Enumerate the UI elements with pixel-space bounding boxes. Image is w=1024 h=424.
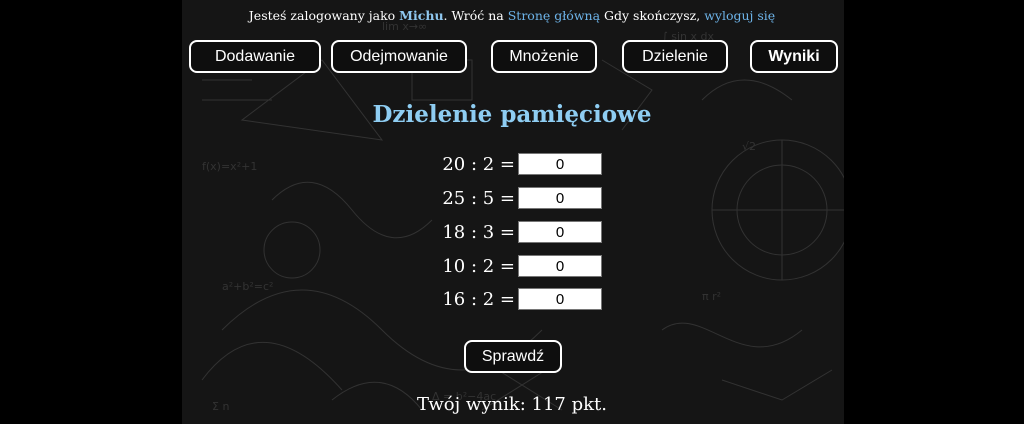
nav-button-addition[interactable]: Dodawanie xyxy=(189,40,321,73)
svg-text:f(x)=x²+1: f(x)=x²+1 xyxy=(202,160,257,173)
problem-expression: 20 : 2 = xyxy=(442,154,515,175)
svg-text:√2: √2 xyxy=(742,140,756,153)
answer-input[interactable] xyxy=(518,255,602,277)
navigation-bar: Dodawanie Odejmowanie Mnożenie Dzielenie… xyxy=(0,40,1024,73)
login-status-line: Jesteś zalogowany jako Michu. Wróć na St… xyxy=(0,8,1024,23)
logout-link[interactable]: wyloguj się xyxy=(704,8,775,23)
page-title: Dzielenie pamięciowe xyxy=(372,101,652,128)
login-prefix-text: Jesteś zalogowany jako xyxy=(248,8,400,23)
problem-expression: 16 : 2 = xyxy=(442,289,515,310)
username: Michu xyxy=(399,8,444,23)
login-middle-text: . Wróć na xyxy=(443,8,508,23)
problem-row: 20 : 2 = xyxy=(430,153,620,177)
nav-button-results[interactable]: Wyniki xyxy=(750,40,838,73)
problem-row: 16 : 2 = xyxy=(430,288,620,312)
nav-button-subtraction[interactable]: Odejmowanie xyxy=(331,40,467,73)
svg-text:a²+b²=c²: a²+b²=c² xyxy=(222,280,273,293)
answer-input[interactable] xyxy=(518,153,602,175)
problem-expression: 25 : 5 = xyxy=(442,188,515,209)
login-suffix-text: Gdy skończysz, xyxy=(600,8,705,23)
home-link[interactable]: Stronę główną xyxy=(508,8,600,23)
problem-expression: 18 : 3 = xyxy=(442,222,515,243)
check-button[interactable]: Sprawdź xyxy=(464,340,562,373)
problem-row: 10 : 2 = xyxy=(430,255,620,279)
score-text: Twój wynik: 117 pkt. xyxy=(417,394,607,415)
page: f(x)=x²+1 ∫ sin x dx a²+b²=c² π r² Δ = b… xyxy=(0,0,1024,424)
problem-expression: 10 : 2 = xyxy=(442,256,515,277)
problem-row: 18 : 3 = xyxy=(430,221,620,245)
nav-button-division[interactable]: Dzielenie xyxy=(622,40,728,73)
answer-input[interactable] xyxy=(518,288,602,310)
answer-input[interactable] xyxy=(518,221,602,243)
problem-row: 25 : 5 = xyxy=(430,187,620,211)
svg-text:π r²: π r² xyxy=(702,290,721,303)
answer-input[interactable] xyxy=(518,187,602,209)
nav-button-multiplication[interactable]: Mnożenie xyxy=(491,40,597,73)
